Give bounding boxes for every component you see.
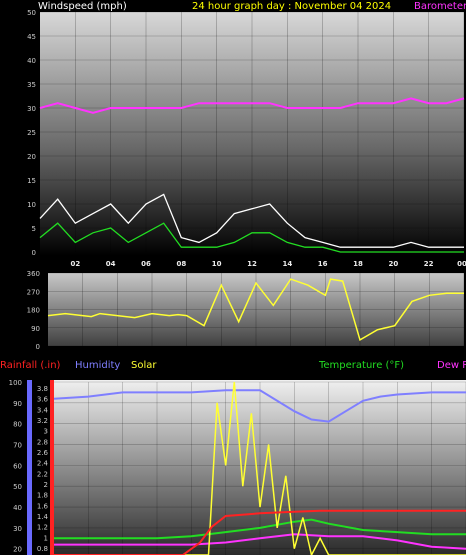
x-tick-label: 10 bbox=[212, 260, 222, 268]
y-tick-label: 15 bbox=[27, 177, 36, 185]
weather-graph: Windspeed (mph) 24 hour graph day : Nove… bbox=[0, 1, 466, 555]
y-tick-label: 50 bbox=[27, 9, 36, 17]
humidity-tick-label: 20 bbox=[13, 546, 22, 554]
y-tick-label: 35 bbox=[27, 81, 36, 89]
rain-tick-label: 1.8 bbox=[37, 492, 48, 500]
x-tick-label: 22 bbox=[424, 260, 434, 268]
humidity-axis-bar bbox=[27, 380, 32, 555]
direction-tick-label: 180 bbox=[27, 307, 40, 315]
x-tick-label: 02 bbox=[70, 260, 80, 268]
rain-tick-label: 2.2 bbox=[37, 470, 48, 478]
windspeed-label: Windspeed (mph) bbox=[38, 1, 127, 12]
graph-title: 24 hour graph day : November 04 2024 bbox=[192, 1, 391, 12]
x-tick-label: 12 bbox=[247, 260, 257, 268]
rain-tick-label: 1.6 bbox=[37, 502, 49, 510]
direction-y-axis: 0 90 180 270 360 bbox=[27, 270, 40, 351]
direction-tick-label: 90 bbox=[31, 325, 40, 333]
humidity-tick-label: 60 bbox=[13, 462, 22, 470]
x-tick-label: 00 bbox=[457, 260, 466, 268]
time-axis: 02 04 06 08 10 12 14 16 18 20 22 00 bbox=[70, 260, 466, 268]
humidity-tick-label: 30 bbox=[13, 525, 22, 533]
temperature-legend: Temperature (°F) bbox=[318, 360, 404, 371]
y-tick-label: 25 bbox=[27, 129, 36, 137]
y-tick-label: 5 bbox=[32, 225, 36, 233]
wind-y-axis: 0 5 10 15 20 25 30 35 40 45 50 bbox=[27, 9, 36, 257]
y-tick-label: 20 bbox=[27, 153, 36, 161]
x-tick-label: 16 bbox=[318, 260, 328, 268]
x-tick-label: 08 bbox=[176, 260, 186, 268]
direction-tick-label: 360 bbox=[27, 270, 40, 278]
x-tick-label: 04 bbox=[106, 260, 116, 268]
x-tick-label: 20 bbox=[388, 260, 398, 268]
rain-tick-label: 2.4 bbox=[37, 460, 49, 468]
humidity-tick-label: 40 bbox=[13, 504, 22, 512]
rain-y-axis: 0.8 1 1.2 1.4 1.6 1.8 2 2.2 2.4 2.6 2.8 3 3.2 3.4 3.6 3… bbox=[37, 385, 49, 553]
rain-tick-label: 3 bbox=[44, 428, 48, 436]
y-tick-label: 10 bbox=[27, 201, 36, 209]
y-tick-label: 0 bbox=[32, 249, 36, 257]
humidity-y-axis: 20 30 40 50 60 70 80 90 100 bbox=[9, 379, 22, 554]
humidity-tick-label: 80 bbox=[13, 421, 22, 429]
rain-tick-label: 2.8 bbox=[37, 438, 48, 446]
humidity-tick-label: 90 bbox=[13, 400, 22, 408]
humidity-legend: Humidity bbox=[75, 360, 120, 371]
dewpoint-legend: Dew P bbox=[437, 360, 466, 371]
rain-tick-label: 1 bbox=[44, 534, 48, 542]
rain-tick-label: 3.6 bbox=[37, 396, 49, 404]
humidity-tick-label: 70 bbox=[13, 442, 22, 450]
x-tick-label: 18 bbox=[353, 260, 363, 268]
rain-tick-label: 0.8 bbox=[37, 545, 48, 553]
x-tick-label: 06 bbox=[141, 260, 151, 268]
rain-tick-label: 2 bbox=[44, 481, 48, 489]
rain-tick-label: 2.6 bbox=[37, 449, 49, 457]
rain-tick-label: 3.2 bbox=[37, 417, 48, 425]
humidity-tick-label: 50 bbox=[13, 483, 22, 491]
y-tick-label: 30 bbox=[27, 105, 36, 113]
y-tick-label: 40 bbox=[27, 57, 36, 65]
direction-tick-label: 0 bbox=[36, 343, 40, 351]
y-tick-label: 45 bbox=[27, 33, 36, 41]
rain-tick-label: 1.2 bbox=[37, 524, 48, 532]
humidity-tick-label: 100 bbox=[9, 379, 22, 387]
solar-legend: Solar bbox=[131, 360, 157, 371]
barometer-label: Barometer bbox=[414, 1, 466, 12]
rain-tick-label: 1.4 bbox=[37, 513, 49, 521]
direction-tick-label: 270 bbox=[27, 288, 40, 296]
x-tick-label: 14 bbox=[282, 260, 292, 268]
rain-tick-label: 3.4 bbox=[37, 406, 49, 414]
rainfall-legend: Rainfall (.in) bbox=[0, 360, 61, 371]
rain-tick-label: 3.8 bbox=[37, 385, 48, 393]
rain-axis-bar bbox=[50, 380, 54, 555]
